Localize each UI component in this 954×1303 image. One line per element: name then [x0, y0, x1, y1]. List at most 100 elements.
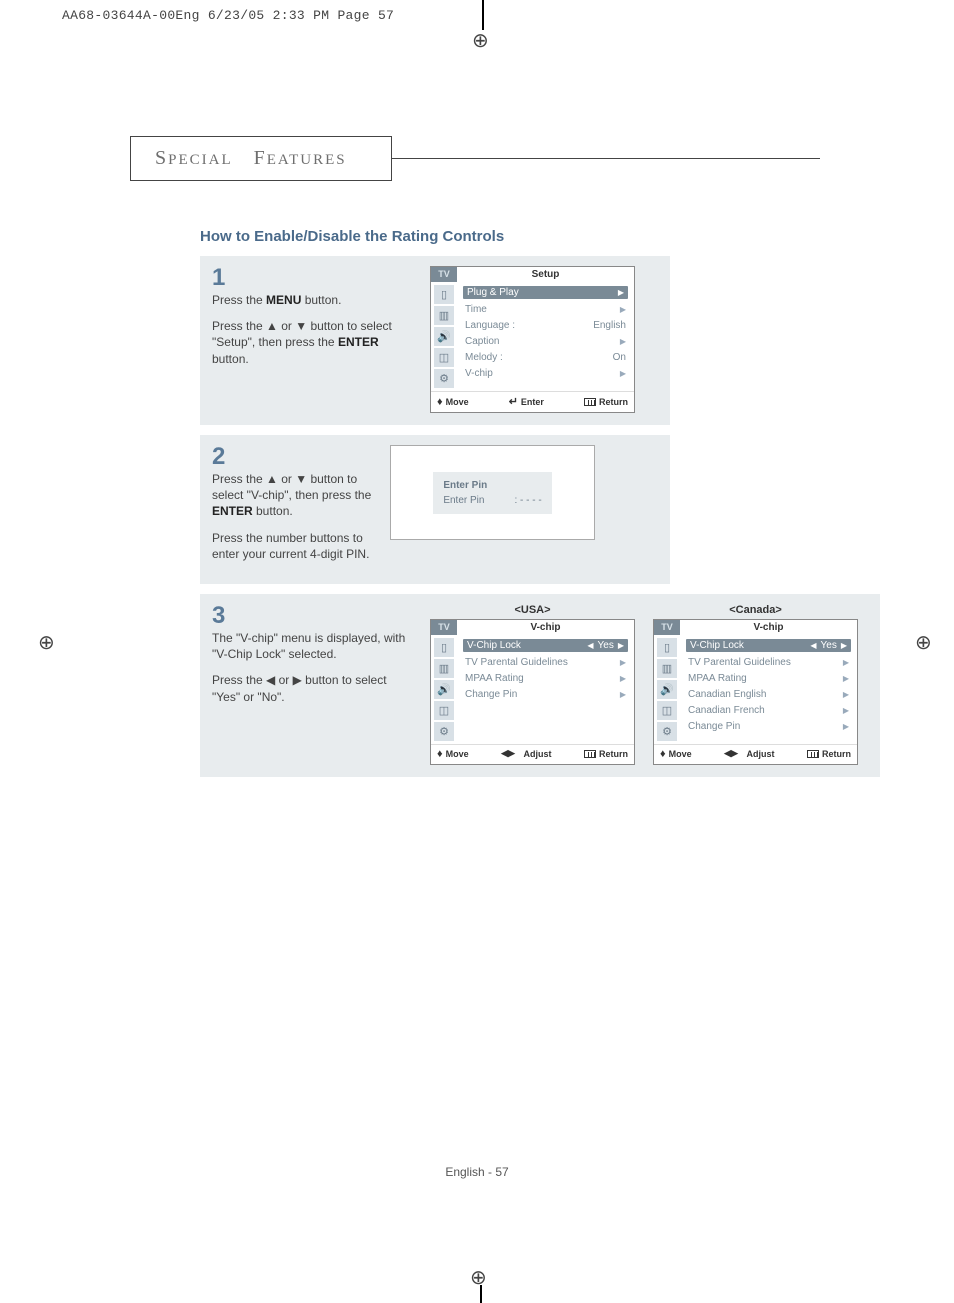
input-icon: ▯	[434, 638, 454, 657]
step-1-p1c: button.	[301, 293, 341, 307]
osd-canada-menu: V-Chip Lock ◀ Yes ▶ TV Parental Guidelin…	[680, 635, 857, 744]
region-usa: <USA> TV V-chip ▯ ▥ 🔊 ◫ ⚙	[430, 604, 635, 765]
menu-vchip-label: V-chip	[465, 368, 493, 379]
menu-parental-label: TV Parental Guidelines	[465, 657, 568, 668]
return-icon	[584, 750, 596, 758]
osd-usa-menu: V-Chip Lock ◀ Yes ▶ TV Parental Guidelin…	[457, 635, 634, 744]
footer-move: Move	[669, 749, 692, 759]
menu-mpaa-label: MPAA Rating	[688, 673, 747, 684]
arrow-right-icon: ▶	[843, 658, 849, 667]
footer-return: Return	[599, 397, 628, 407]
return-icon	[584, 398, 596, 406]
footer-enter: Enter	[521, 397, 544, 407]
menu-canadian-french: Canadian French ▶	[686, 705, 851, 716]
arrow-right-icon: ▶	[843, 674, 849, 683]
step-1-p1b: MENU	[266, 293, 301, 307]
menu-mpaa-label: MPAA Rating	[465, 673, 524, 684]
footer-move: Move	[446, 749, 469, 759]
menu-language-value: English	[593, 320, 626, 331]
menu-canadian-french-label: Canadian French	[688, 705, 765, 716]
arrow-left-icon: ◀	[587, 641, 593, 650]
registration-mark-left: ⊕	[38, 630, 55, 655]
page-title: How to Enable/Disable the Rating Control…	[200, 228, 504, 245]
step-2-number: 2	[212, 445, 372, 469]
registration-mark-top: ⊕	[472, 28, 489, 53]
arrow-right-icon: ▶	[843, 722, 849, 731]
menu-vchip-lock-label: V-Chip Lock	[467, 640, 521, 651]
section-word2-rest: EATURES	[267, 152, 347, 168]
leftright-icon: ◀▶	[501, 748, 515, 759]
step-3-p2: Press the ◀ or ▶ button to select "Yes" …	[212, 672, 412, 704]
leftright-icon: ◀▶	[724, 748, 738, 759]
osd-enter-pin-panel: Enter Pin Enter Pin : - - - -	[390, 445, 595, 540]
arrow-right-icon: ▶	[620, 690, 626, 699]
updown-icon: ♦	[660, 748, 666, 760]
region-canada-title: <Canada>	[653, 604, 858, 616]
osd-canada-title: V-chip	[680, 620, 857, 635]
osd-canada-tv-label: TV	[654, 620, 680, 635]
arrow-right-icon: ▶	[618, 641, 624, 650]
step-2-p1b: ENTER	[212, 504, 253, 518]
arrow-right-icon: ▶	[841, 641, 847, 650]
enter-pin-value: : - - - -	[514, 495, 541, 506]
menu-vchip-lock-label: V-Chip Lock	[690, 640, 744, 651]
arrow-right-icon: ▶	[620, 305, 626, 314]
registration-mark-bottom: ⊕	[470, 1265, 487, 1290]
menu-change-pin: Change Pin ▶	[463, 689, 628, 700]
picture-icon: ▥	[657, 659, 677, 678]
osd-canada-sidebar: ▯ ▥ 🔊 ◫ ⚙	[654, 635, 680, 744]
osd-setup-tv-label: TV	[431, 267, 457, 282]
menu-time: Time ▶	[463, 304, 628, 315]
osd-canada-footer: ♦Move ◀▶ Adjust Return	[654, 744, 857, 764]
menu-vchip-lock: V-Chip Lock ◀ Yes ▶	[463, 639, 628, 652]
menu-parental-label: TV Parental Guidelines	[688, 657, 791, 668]
step-1-number: 1	[212, 266, 412, 290]
footer-move: Move	[446, 397, 469, 407]
input-icon: ▯	[434, 285, 454, 304]
section-word1-cap: S	[155, 147, 168, 169]
step-3-p1: The "V-chip" menu is displayed, with "V-…	[212, 630, 412, 662]
step-3-block: 3 The "V-chip" menu is displayed, with "…	[200, 594, 880, 777]
osd-setup-title: Setup	[457, 267, 634, 282]
menu-mpaa: MPAA Rating ▶	[463, 673, 628, 684]
menu-language: Language : English	[463, 320, 628, 331]
step-1-p1a: Press the	[212, 293, 266, 307]
footer-return: Return	[822, 749, 851, 759]
sound-icon: 🔊	[657, 680, 677, 699]
step-3-number: 3	[212, 604, 412, 628]
menu-vchip-lock-value: Yes	[821, 640, 837, 651]
osd-setup-panel: TV Setup ▯ ▥ 🔊 ◫ ⚙ Plug & Play ▶	[430, 266, 635, 413]
arrow-right-icon: ▶	[620, 674, 626, 683]
menu-melody-value: On	[613, 352, 626, 363]
menu-canadian-english-label: Canadian English	[688, 689, 766, 700]
footer-adjust: Adjust	[524, 749, 552, 759]
osd-usa-sidebar: ▯ ▥ 🔊 ◫ ⚙	[431, 635, 457, 744]
arrow-right-icon: ▶	[843, 690, 849, 699]
region-usa-title: <USA>	[430, 604, 635, 616]
menu-caption-label: Caption	[465, 336, 499, 347]
menu-language-label: Language :	[465, 320, 515, 331]
setup-icon: ⚙	[657, 722, 677, 741]
section-word2-cap: F	[254, 147, 267, 169]
menu-mpaa: MPAA Rating ▶	[686, 673, 851, 684]
menu-plug-play: Plug & Play ▶	[463, 286, 628, 299]
step-2-block: 2 Press the ▲ or ▼ button to select "V-c…	[200, 435, 670, 584]
menu-change-pin-label: Change Pin	[688, 721, 740, 732]
step-2-p1a: Press the ▲ or ▼ button to select "V-chi…	[212, 472, 371, 502]
menu-melody: Melody : On	[463, 352, 628, 363]
menu-change-pin: Change Pin ▶	[686, 721, 851, 732]
setup-icon: ⚙	[434, 369, 454, 388]
sound-icon: 🔊	[434, 680, 454, 699]
osd-setup-sidebar: ▯ ▥ 🔊 ◫ ⚙	[431, 282, 457, 391]
menu-vchip: V-chip ▶	[463, 368, 628, 379]
section-word1-rest: PECIAL	[168, 152, 233, 168]
footer-adjust: Adjust	[747, 749, 775, 759]
step-1-p2c: button.	[212, 352, 249, 366]
updown-icon: ♦	[437, 396, 443, 408]
menu-vchip-lock-value: Yes	[598, 640, 614, 651]
enter-pin-title: Enter Pin	[443, 480, 541, 491]
section-header: SPECIAL FEATURES	[130, 136, 392, 181]
step-1-block: 1 Press the MENU button. Press the ▲ or …	[200, 256, 670, 425]
crop-mark-bottom	[480, 1285, 482, 1303]
osd-setup-footer: ♦Move ↵Enter Return	[431, 391, 634, 412]
